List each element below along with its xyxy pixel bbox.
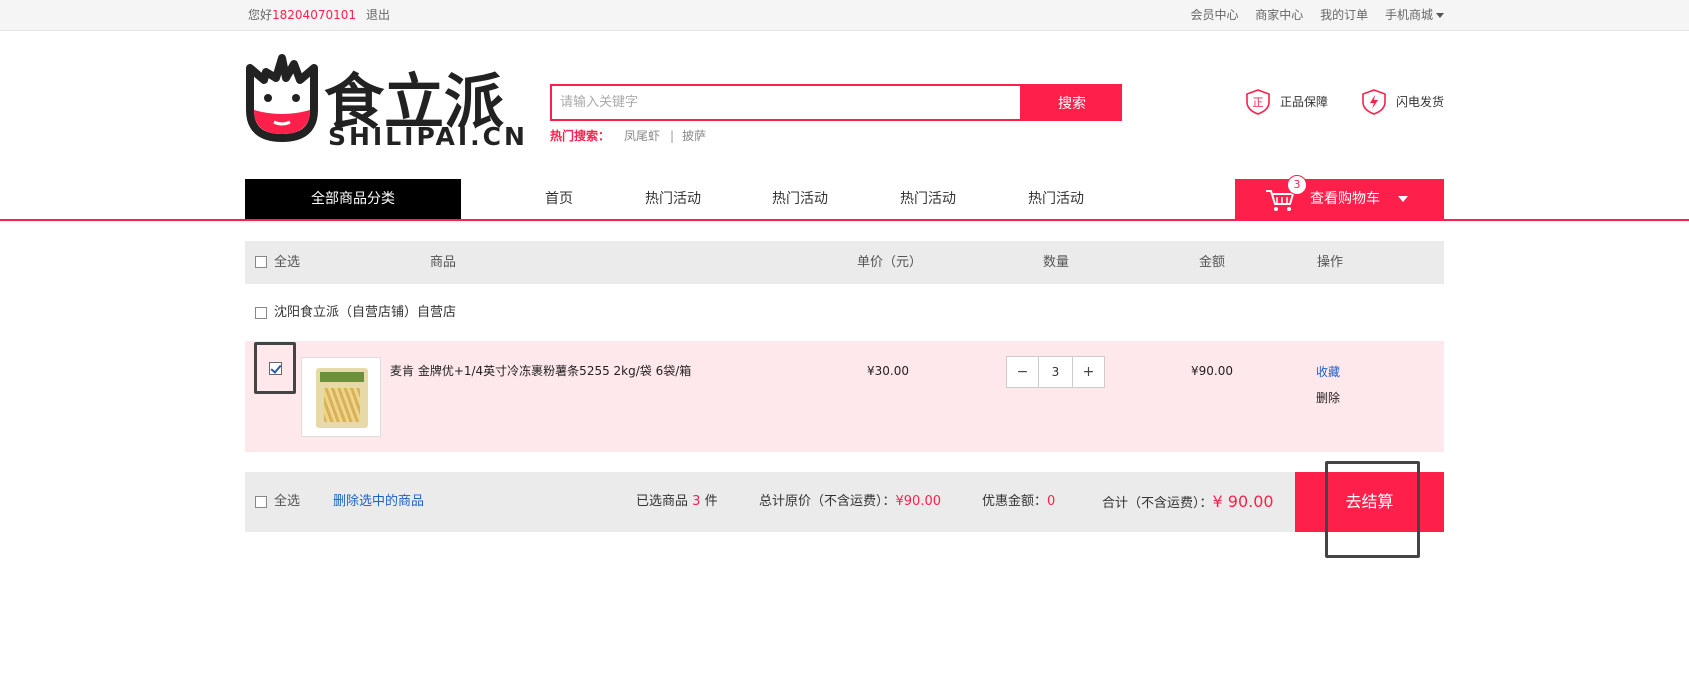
grand-total: 合计（不含运费）：¥ 90.00 (1102, 472, 1274, 534)
checkout-button[interactable]: 去结算 (1295, 472, 1444, 532)
product-image-fries (324, 388, 360, 422)
product-image (316, 368, 368, 428)
search-button[interactable]: 搜索 (1022, 84, 1122, 121)
search-input[interactable] (550, 84, 1022, 121)
favorite-link[interactable]: 收藏 (1316, 363, 1340, 380)
top-bar: 您好18204070101 退出 会员中心 商家中心 我的订单 手机商城 (0, 0, 1689, 31)
hot-search-label: 热门搜索： (550, 129, 611, 143)
view-cart-label: 查看购物车 (1310, 191, 1380, 207)
increase-quantity-button[interactable]: + (1072, 357, 1104, 387)
cow-logo-icon (246, 54, 318, 142)
search-bar: 搜索 (550, 84, 1122, 121)
nav-hot-activity-3[interactable]: 热门活动 (900, 179, 956, 219)
selected-suffix: 件 (704, 494, 718, 509)
col-operation: 操作 (1317, 255, 1344, 270)
delete-selected-link[interactable]: 删除选中的商品 (333, 472, 424, 532)
logo-text-en: SHILIPAI.CN (328, 122, 528, 151)
cart-table-header: 全选 商品 单价（元） 数量 金额 操作 (245, 241, 1444, 284)
item-amount: ¥90.00 (1191, 364, 1233, 378)
fast-delivery: 闪电发货 (1360, 86, 1460, 118)
fast-delivery-label: 闪电发货 (1396, 95, 1445, 109)
mobile-mall-link[interactable]: 手机商城 (1385, 8, 1444, 22)
discount-value: 0 (1047, 494, 1056, 509)
product-title[interactable]: 麦肯 金牌优+1/4英寸冷冻裹粉薯条5255 2kg/袋 6袋/箱 (390, 362, 691, 379)
separator: | (670, 129, 675, 143)
user-phone[interactable]: 18204070101 (272, 8, 356, 22)
nav-hot-activity-2[interactable]: 热门活动 (772, 179, 828, 219)
original-total: 总计原价（不含运费）：¥90.00 (759, 472, 941, 532)
discount: 优惠金额：0 (982, 472, 1055, 532)
item-checkbox[interactable] (269, 362, 282, 375)
caret-down-icon (1436, 13, 1444, 18)
greeting: 您好 (248, 8, 273, 22)
logo[interactable]: 食立派 SHILIPAI.CN (244, 54, 525, 179)
footer-select-all-label: 全选 (274, 494, 301, 509)
quantity-input[interactable] (1039, 357, 1072, 387)
selected-count: 3 (692, 494, 701, 509)
lightning-shield-icon (1362, 89, 1386, 115)
merchant-center-link[interactable]: 商家中心 (1255, 8, 1303, 22)
delete-link[interactable]: 删除 (1316, 389, 1340, 406)
caret-down-icon (1398, 196, 1408, 202)
cart-item-row: 麦肯 金牌优+1/4英寸冷冻裹粉薯条5255 2kg/袋 6袋/箱 ¥30.00… (245, 341, 1444, 452)
genuine-guarantee: 正 正品保障 (1244, 86, 1344, 118)
selected-count-text: 已选商品 3 件 (636, 472, 718, 532)
unit-price: ¥30.00 (867, 364, 909, 378)
shop-checkbox[interactable] (255, 307, 267, 319)
nav-hot-activity-4[interactable]: 热门活动 (1028, 179, 1084, 219)
shield-icon: 正 (1246, 89, 1270, 115)
select-all-checkbox[interactable] (255, 256, 267, 268)
shop-row: 沈阳食立派（自营店铺）自营店 (245, 302, 1444, 324)
quantity-stepper: − + (1006, 356, 1105, 388)
selected-prefix: 已选商品 (636, 494, 689, 509)
header: 食立派 SHILIPAI.CN 搜索 热门搜索： 凤尾虾 | 披萨 正 正品保障 闪电… (0, 32, 1689, 178)
my-orders-link[interactable]: 我的订单 (1320, 8, 1368, 22)
nav-hot-activity-1[interactable]: 热门活动 (645, 179, 701, 219)
footer-select-all-checkbox[interactable] (255, 496, 267, 508)
shop-name: 沈阳食立派（自营店铺）自营店 (274, 305, 457, 320)
product-thumbnail[interactable] (301, 357, 381, 437)
cart-count-badge: 3 (1287, 175, 1307, 195)
logout-link[interactable]: 退出 (366, 8, 390, 22)
view-cart-button[interactable]: 3 查看购物车 (1235, 175, 1444, 219)
col-amount: 金额 (1199, 255, 1226, 270)
hot-term-2[interactable]: 披萨 (682, 129, 706, 143)
col-unit-price: 单价（元） (857, 255, 923, 270)
genuine-guarantee-label: 正品保障 (1280, 95, 1329, 109)
col-quantity: 数量 (1043, 255, 1070, 270)
nav-home[interactable]: 首页 (545, 179, 573, 219)
decrease-quantity-button[interactable]: − (1007, 357, 1039, 387)
select-all-label: 全选 (274, 255, 301, 270)
cart-summary-bar: 全选 删除选中的商品 已选商品 3 件 总计原价（不含运费）：¥90.00 优惠… (245, 472, 1444, 532)
main-nav: 全部商品分类 首页 热门活动 热门活动 热门活动 热门活动 3 查看购物车 (0, 175, 1689, 221)
all-categories-button[interactable]: 全部商品分类 (245, 179, 461, 219)
member-center-link[interactable]: 会员中心 (1190, 8, 1238, 22)
original-total-value: ¥90.00 (895, 494, 942, 509)
col-product: 商品 (430, 255, 457, 270)
hot-term-1[interactable]: 凤尾虾 (624, 129, 660, 143)
svg-text:正: 正 (1253, 96, 1264, 109)
product-image-strip (320, 372, 364, 382)
mobile-mall-label: 手机商城 (1384, 8, 1433, 22)
hot-search: 热门搜索： 凤尾虾 | 披萨 (550, 126, 706, 146)
grand-total-value: ¥ 90.00 (1212, 492, 1274, 511)
original-total-label: 总计原价（不含运费）： (759, 494, 896, 509)
discount-label: 优惠金额： (982, 494, 1048, 509)
grand-total-label: 合计（不含运费）： (1102, 496, 1213, 511)
